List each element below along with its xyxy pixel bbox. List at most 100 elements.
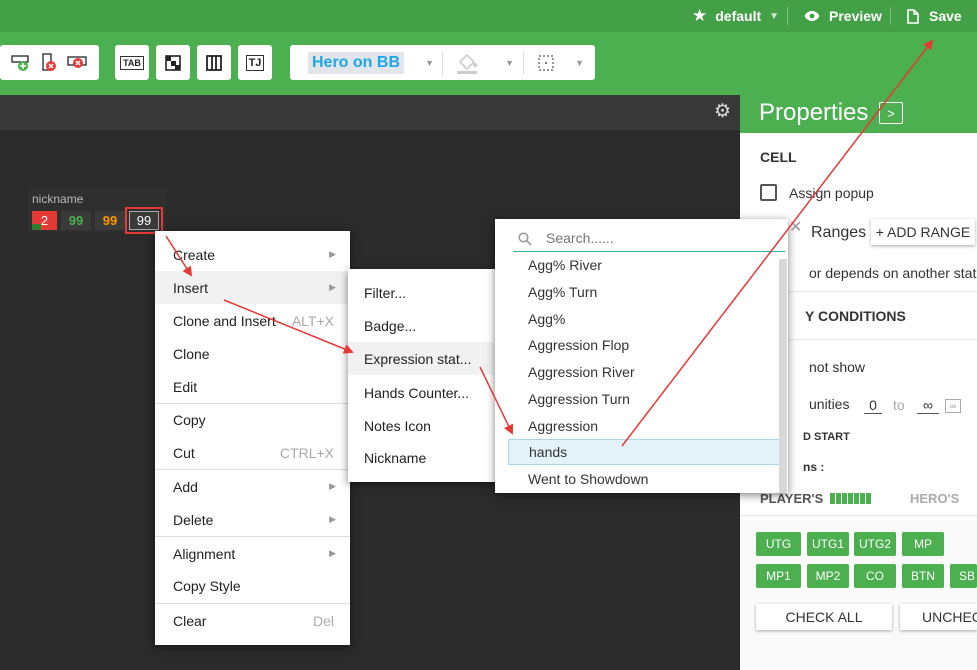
hud-cell-3[interactable]: 99	[95, 211, 125, 230]
chevron-right-icon: ▶	[329, 481, 336, 491]
position-mp2[interactable]: MP2	[807, 564, 849, 588]
search-input[interactable]	[546, 230, 776, 246]
menu-item-clear[interactable]: Clear Del	[155, 604, 350, 637]
stat-option-label: Went to Showdown	[528, 471, 649, 487]
toolbar: TAB TJ Hero on BB ▼ ▼ ▼	[0, 32, 977, 95]
add-range-button[interactable]: + ADD RANGE	[871, 219, 975, 245]
color-depends-label: or depends on another stat	[809, 265, 977, 281]
collapse-chevron-icon[interactable]: >	[879, 102, 903, 124]
position-label: CO	[866, 569, 884, 583]
menu-item-label: Cut	[173, 444, 195, 461]
ns-label: ns :	[803, 460, 825, 474]
infinity-toggle-icon[interactable]: ∞	[945, 399, 961, 413]
menu-item-copy-style[interactable]: Copy Style	[155, 569, 350, 602]
scrollbar[interactable]	[779, 259, 787, 493]
position-utg1[interactable]: UTG1	[807, 532, 849, 556]
stat-option[interactable]: Aggression River	[508, 359, 780, 385]
menu-item-clone[interactable]: Clone	[155, 337, 350, 370]
menu-item-add[interactable]: Add ▶	[155, 470, 350, 503]
stat-option-label: Agg%	[528, 311, 566, 327]
stat-option[interactable]: Aggression Flop	[508, 332, 780, 358]
submenu-item-expression-stat[interactable]: Expression stat...	[348, 342, 498, 375]
menu-item-clone-and-insert[interactable]: Clone and Insert ALT+X	[155, 304, 350, 337]
submenu-item-filter[interactable]: Filter...	[348, 276, 498, 309]
menu-item-insert[interactable]: Insert ▶	[155, 271, 350, 304]
tab-button[interactable]: TAB	[115, 45, 149, 80]
add-cell-icon[interactable]	[10, 54, 31, 72]
save-button[interactable]: Save	[907, 0, 962, 32]
fill-color-select[interactable]: ▼	[456, 50, 514, 75]
tj-button[interactable]: TJ	[238, 45, 272, 80]
menu-item-label: Add	[173, 478, 198, 495]
context-menu: Create ▶ Insert ▶ Clone and Insert ALT+X Cl…	[155, 231, 350, 645]
position-mp1[interactable]: MP1	[756, 564, 801, 588]
stat-option-label: Aggression River	[528, 364, 635, 380]
submenu-item-nickname[interactable]: Nickname	[348, 441, 498, 474]
menu-item-cut[interactable]: Cut CTRL+X	[155, 436, 350, 469]
file-icon	[907, 8, 919, 24]
position-mp[interactable]: MP	[902, 532, 944, 556]
stat-option-selected[interactable]: hands	[508, 439, 780, 465]
menu-item-label: Create	[173, 246, 216, 263]
divider	[523, 51, 524, 74]
divider	[890, 7, 891, 25]
stat-option-label: hands	[529, 444, 568, 460]
uncheck-all-label: UNCHECK ALL	[922, 609, 977, 625]
hud-cell-2[interactable]: 99	[61, 211, 91, 230]
profile-select[interactable]: ★ default ▼	[692, 0, 779, 32]
border-select[interactable]: ▼	[538, 50, 584, 75]
stat-option-label: Aggression Flop	[528, 337, 630, 353]
ranges-label: Ranges	[811, 224, 867, 241]
position-utg[interactable]: UTG	[756, 532, 801, 556]
check-all-label: CHECK ALL	[785, 609, 863, 625]
menu-item-edit[interactable]: Edit	[155, 370, 350, 403]
assign-popup-label: Assign popup	[789, 185, 874, 201]
menu-item-delete[interactable]: Delete ▶	[155, 503, 350, 536]
menu-item-alignment[interactable]: Alignment ▶	[155, 537, 350, 570]
close-icon[interactable]: ✕	[789, 217, 802, 237]
profile-label: default	[715, 8, 762, 24]
columns-icon	[206, 54, 222, 71]
assign-popup-checkbox[interactable]	[760, 184, 777, 201]
insert-submenu: Filter... Badge... Expression stat... Ha…	[348, 269, 498, 482]
add-range-label: + ADD RANGE	[875, 224, 971, 240]
position-btn[interactable]: BTN	[902, 564, 944, 588]
menu-item-copy[interactable]: Copy	[155, 403, 350, 436]
position-sb[interactable]: SB	[950, 564, 977, 588]
columns-button[interactable]	[197, 45, 231, 80]
position-utg2[interactable]: UTG2	[854, 532, 896, 556]
view-select[interactable]: Hero on BB ▼	[308, 50, 434, 75]
divider	[442, 51, 443, 74]
position-co[interactable]: CO	[854, 564, 896, 588]
opportunities-to-input[interactable]: ∞	[917, 397, 939, 414]
delete-row-icon[interactable]	[66, 54, 89, 72]
menu-item-create[interactable]: Create ▶	[155, 238, 350, 271]
opportunities-label: unities	[809, 396, 850, 412]
hud-panel[interactable]: nickname 2 99 99 99	[28, 188, 166, 234]
chevron-right-icon: ▶	[329, 548, 336, 558]
check-all-button[interactable]: CHECK ALL	[756, 604, 892, 630]
position-label: BTN	[911, 569, 935, 583]
position-label: UTG2	[858, 537, 891, 551]
stat-option[interactable]: Agg%	[508, 306, 780, 332]
opportunities-from-input[interactable]: 0	[864, 397, 882, 414]
preview-label: Preview	[829, 8, 882, 24]
uncheck-all-button[interactable]: UNCHECK ALL	[900, 604, 977, 630]
submenu-item-notes-icon[interactable]: Notes Icon	[348, 409, 498, 442]
grid-tool-button[interactable]	[156, 45, 190, 80]
stat-option[interactable]: Agg% Turn	[508, 279, 780, 305]
stat-option[interactable]: Aggression	[508, 413, 780, 439]
submenu-item-hands-counter[interactable]: Hands Counter...	[348, 376, 498, 409]
stat-option[interactable]: Went to Showdown	[508, 466, 780, 492]
menu-item-label: Copy Style	[173, 577, 241, 594]
hud-cell-1[interactable]: 2	[32, 211, 57, 230]
delete-column-icon[interactable]	[40, 52, 58, 73]
hud-cell-4-selected[interactable]: 99	[125, 207, 163, 234]
stat-option[interactable]: Agg% River	[508, 252, 780, 278]
stat-option[interactable]: Aggression Turn	[508, 386, 780, 412]
menu-item-label: Clear	[173, 612, 207, 629]
preview-button[interactable]: Preview	[804, 0, 882, 32]
eye-icon	[804, 11, 820, 21]
gear-icon[interactable]: ⚙	[714, 100, 731, 123]
submenu-item-badge[interactable]: Badge...	[348, 309, 498, 342]
